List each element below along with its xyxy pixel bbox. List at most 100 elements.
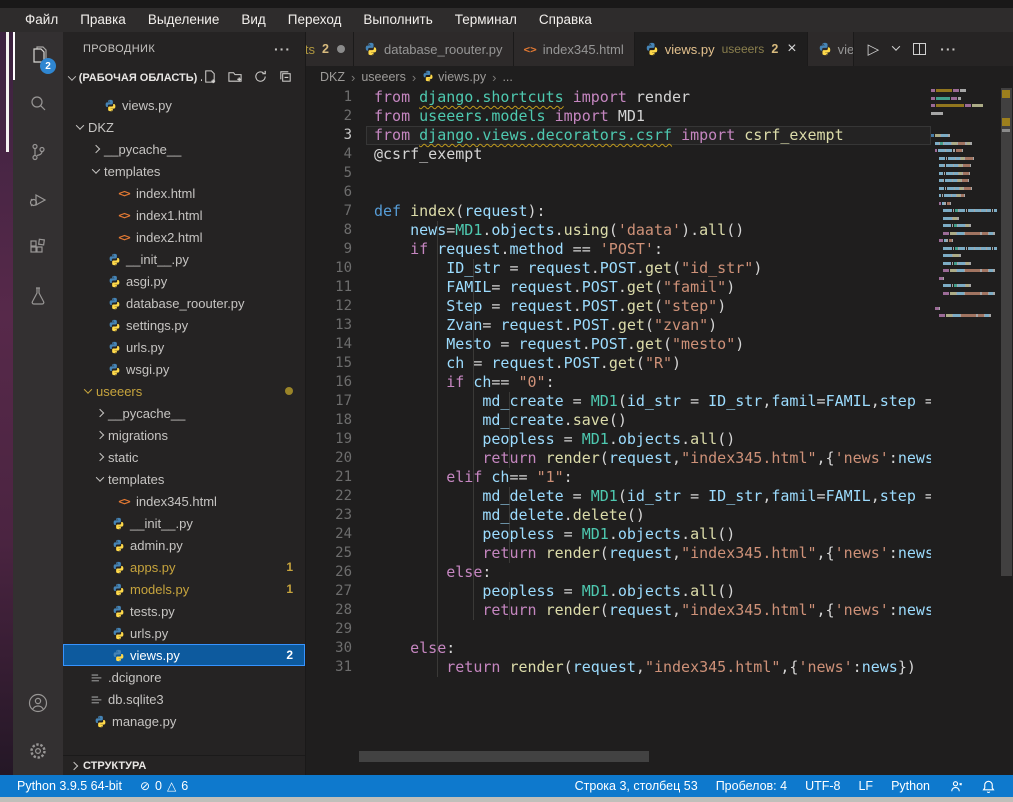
menu-item-Справка[interactable]: Справка — [528, 8, 603, 32]
menu-item-Переход[interactable]: Переход — [277, 8, 353, 32]
tree-item-__pycache__[interactable]: __pycache__ — [63, 138, 305, 160]
encoding-status[interactable]: UTF-8 — [798, 775, 847, 797]
tree-item-useeers[interactable]: useeers — [63, 380, 305, 402]
language-mode-status[interactable]: Python — [884, 775, 937, 797]
vertical-scrollbar-thumb[interactable] — [1001, 88, 1012, 576]
tree-item-db.sqlite3[interactable]: db.sqlite3 — [63, 688, 305, 710]
tab-vie[interactable]: vie — [808, 32, 854, 66]
tree-item-label: wsgi.py — [126, 362, 169, 377]
warnings-icon: △ — [167, 779, 176, 793]
feedback-icon[interactable] — [941, 775, 970, 797]
tree-item-settings.py[interactable]: settings.py — [63, 314, 305, 336]
python-file-icon — [93, 714, 107, 728]
tree-item-wsgi.py[interactable]: wsgi.py — [63, 358, 305, 380]
extensions-icon[interactable] — [13, 224, 63, 272]
tree-item-urls.py[interactable]: urls.py — [63, 622, 305, 644]
line-number: 14 — [306, 335, 352, 354]
code-line-28: 28 return render(request,"index345.html"… — [306, 601, 931, 620]
tree-item-__init__.py[interactable]: __init__.py — [63, 248, 305, 270]
menu-item-Выполнить[interactable]: Выполнить — [352, 8, 443, 32]
tree-item-index.html[interactable]: <>index.html — [63, 182, 305, 204]
tree-item-models.py[interactable]: models.py1 — [63, 578, 305, 600]
python-interpreter-status[interactable]: Python 3.9.5 64-bit — [10, 775, 129, 797]
menu-item-Терминал[interactable]: Терминал — [444, 8, 528, 32]
tree-item-tests.py[interactable]: tests.py — [63, 600, 305, 622]
tree-item-__init__.py[interactable]: __init__.py — [63, 512, 305, 534]
overview-ruler[interactable] — [1000, 88, 1013, 763]
line-content: ch = request.POST.get("R") — [374, 354, 681, 373]
tree-item-templates[interactable]: templates — [63, 468, 305, 490]
testing-icon[interactable] — [13, 272, 63, 320]
tree-item-__pycache__[interactable]: __pycache__ — [63, 402, 305, 424]
chevron-down-icon — [68, 72, 76, 80]
tree-item-static[interactable]: static — [63, 446, 305, 468]
indentation-status[interactable]: Пробелов: 4 — [709, 775, 794, 797]
new-file-icon[interactable] — [202, 69, 217, 87]
tab-database_roouter.py[interactable]: database_roouter.py — [354, 32, 514, 66]
code-line-13: 13 Zvan= request.POST.get("zvan") — [306, 316, 931, 335]
tab-index345.html[interactable]: <>index345.html — [514, 32, 635, 66]
outline-section-header[interactable]: СТРУКТУРА — [63, 755, 305, 775]
tree-item-database_roouter.py[interactable]: database_roouter.py — [63, 292, 305, 314]
tree-item-migrations[interactable]: migrations — [63, 424, 305, 446]
eol-status[interactable]: LF — [851, 775, 880, 797]
tree-item-index1.html[interactable]: <>index1.html — [63, 204, 305, 226]
tree-item-apps.py[interactable]: apps.py1 — [63, 556, 305, 578]
menu-item-Выделение[interactable]: Выделение — [137, 8, 231, 32]
tree-item-templates[interactable]: templates — [63, 160, 305, 182]
line-content: from django.shortcuts import render — [374, 88, 690, 107]
tree-item-urls.py[interactable]: urls.py — [63, 336, 305, 358]
explorer-files-icon[interactable]: 2 — [13, 32, 63, 80]
line-number: 16 — [306, 373, 352, 392]
tree-item-views.py[interactable]: views.py2 — [63, 644, 305, 666]
account-icon[interactable] — [13, 679, 63, 727]
refresh-icon[interactable] — [253, 69, 268, 87]
workspace-section-header[interactable]: (РАБОЧАЯ ОБЛАСТЬ) ... — [63, 66, 305, 90]
line-number: 25 — [306, 544, 352, 563]
source-control-icon[interactable] — [13, 128, 63, 176]
breadcrumb-item-DKZ[interactable]: DKZ — [320, 70, 345, 84]
errors-icon: ⊘ — [140, 779, 150, 793]
chevron-down-icon — [76, 121, 84, 129]
menu-item-Файл[interactable]: Файл — [14, 8, 69, 32]
tree-item-index345.html[interactable]: <>index345.html — [63, 490, 305, 512]
line-content: peopless = MD1.objects.all() — [374, 430, 735, 449]
window-edge-highlight — [6, 32, 9, 152]
breadcrumb-separator: › — [492, 70, 496, 85]
tab-label: index345.html — [543, 42, 624, 57]
tree-item-views.py[interactable]: views.py — [63, 94, 305, 116]
horizontal-scrollbar-thumb[interactable] — [359, 751, 649, 762]
tab-views.py[interactable]: views.pyuseeers2× — [635, 32, 808, 66]
run-python-file-icon[interactable]: ▷ — [868, 40, 880, 58]
code-editor[interactable]: 1from django.shortcuts import render2fro… — [306, 88, 1013, 763]
close-icon[interactable]: × — [787, 41, 796, 57]
breadcrumb-item-...[interactable]: ... — [502, 70, 512, 84]
cursor-position-status[interactable]: Строка 3, столбец 53 — [568, 775, 705, 797]
breadcrumb[interactable]: DKZ›useeers› views.py›... — [306, 66, 1013, 88]
problems-status[interactable]: ⊘ 0 △ 6 — [133, 775, 195, 797]
run-dropdown-chevron-icon[interactable] — [892, 42, 900, 50]
tree-item-asgi.py[interactable]: asgi.py — [63, 270, 305, 292]
collapse-all-icon[interactable] — [278, 69, 293, 87]
settings-gear-icon[interactable] — [13, 727, 63, 775]
breadcrumb-item-useeers[interactable]: useeers — [361, 70, 405, 84]
menu-item-Правка[interactable]: Правка — [69, 8, 137, 32]
run-debug-icon[interactable] — [13, 176, 63, 224]
sidebar-more-actions-icon[interactable]: ··· — [274, 41, 291, 57]
breadcrumb-item-views.py[interactable]: views.py — [422, 70, 486, 85]
new-folder-icon[interactable] — [227, 69, 243, 87]
split-editor-icon[interactable] — [913, 43, 926, 55]
tree-item-admin.py[interactable]: admin.py — [63, 534, 305, 556]
line-content: from useeers.models import MD1 — [374, 107, 645, 126]
search-icon[interactable] — [13, 80, 63, 128]
menu-item-Вид[interactable]: Вид — [230, 8, 276, 32]
tree-item-manage.py[interactable]: manage.py — [63, 710, 305, 732]
notifications-bell-icon[interactable] — [974, 775, 1003, 797]
tree-item-DKZ[interactable]: DKZ — [63, 116, 305, 138]
tree-item-label: manage.py — [112, 714, 176, 729]
more-actions-icon[interactable]: ··· — [940, 41, 957, 57]
minimap[interactable] — [931, 88, 1001, 763]
tab-diiits[interactable]: diiits2 — [306, 32, 354, 66]
tree-item-.dcignore[interactable]: .dcignore — [63, 666, 305, 688]
tree-item-index2.html[interactable]: <>index2.html — [63, 226, 305, 248]
